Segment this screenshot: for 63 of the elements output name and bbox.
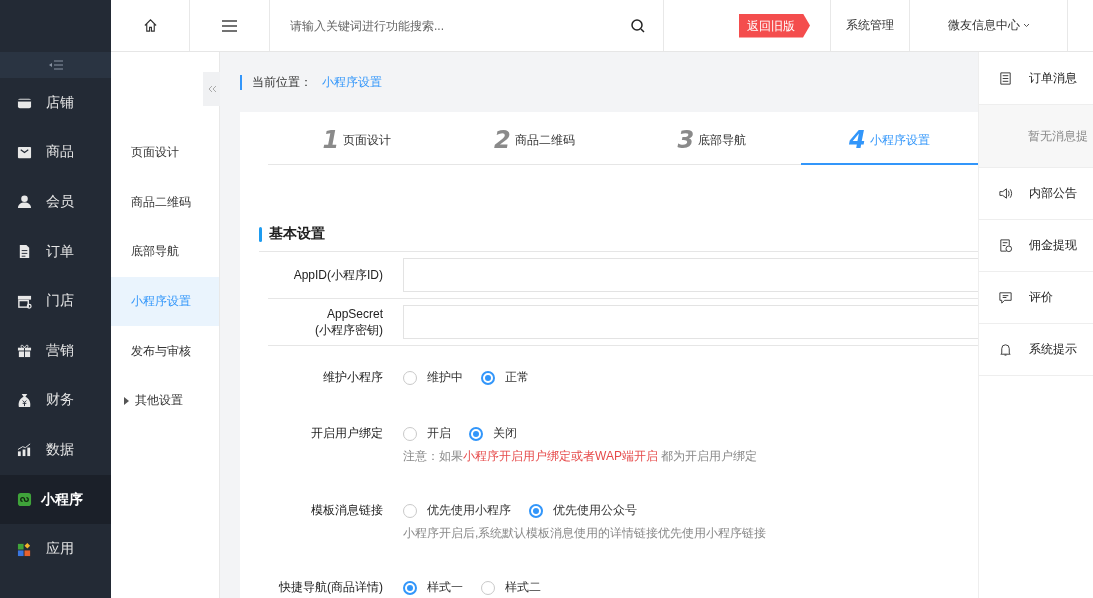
caret-icon bbox=[123, 396, 129, 405]
section-title: 基本设置 bbox=[269, 225, 325, 243]
hint-text: 注意：如果小程序开启用户绑定或者WAP端开启 都为开启用户绑定 bbox=[403, 448, 758, 465]
sidebar-item[interactable]: 订单 bbox=[0, 226, 111, 277]
nav-link[interactable]: 系统管理 bbox=[831, 0, 910, 51]
clipboard-icon bbox=[998, 70, 1013, 86]
field-label: 模板消息链接 bbox=[310, 502, 383, 519]
radio-button[interactable] bbox=[481, 370, 495, 385]
radio-option[interactable]: 维护中 bbox=[403, 369, 463, 386]
hint-text: 小程序开启后,系统默认模板消息使用的详情链接优先使用小程序链接 bbox=[403, 525, 767, 542]
sidebar-item[interactable]: 数据 bbox=[0, 425, 111, 475]
input-field[interactable] bbox=[403, 258, 978, 292]
sidebar-item[interactable]: 应用 bbox=[0, 524, 111, 574]
input-field[interactable] bbox=[403, 305, 978, 339]
radio-option[interactable]: 开启 bbox=[403, 425, 451, 442]
sidebar-icon bbox=[17, 343, 32, 359]
menu-icon bbox=[222, 19, 237, 32]
subnav-item[interactable]: 商品二维码 bbox=[111, 177, 219, 228]
sidebar-icon bbox=[17, 541, 32, 557]
breadcrumb-label: 当前位置： bbox=[252, 73, 312, 91]
field-label: 快捷导航(商品详情) bbox=[278, 579, 383, 596]
sidebar-item[interactable]: 门店 bbox=[0, 276, 111, 326]
comment-icon bbox=[998, 290, 1013, 305]
subnav-item[interactable]: 发布与审核 bbox=[111, 326, 219, 376]
bell-icon bbox=[998, 342, 1013, 357]
radio-button[interactable] bbox=[403, 580, 417, 595]
radio-option[interactable]: 样式二 bbox=[481, 579, 541, 596]
radio-option[interactable]: 样式一 bbox=[403, 579, 463, 596]
empty-message: 暂无消息提 bbox=[979, 105, 1093, 168]
sidebar-icon bbox=[17, 293, 32, 309]
radio-button[interactable] bbox=[529, 503, 543, 518]
sidebar-item[interactable]: 小程序 bbox=[0, 474, 111, 525]
field-label: 开启用户绑定 bbox=[310, 425, 383, 442]
sidebar-icon bbox=[17, 194, 32, 210]
caret-icon bbox=[1022, 23, 1030, 28]
sidebar-item[interactable]: 会员 bbox=[0, 177, 111, 227]
radio-option[interactable]: 优先使用公众号 bbox=[529, 502, 637, 519]
radio-option[interactable]: 正常 bbox=[481, 369, 529, 386]
sidebar-item[interactable]: 店铺 bbox=[0, 78, 111, 128]
sidebar-icon bbox=[17, 392, 32, 408]
account-menu[interactable]: 微友信息中心 bbox=[910, 0, 1068, 51]
collapse-menu-icon[interactable] bbox=[0, 52, 111, 78]
collapse-panel-icon[interactable] bbox=[203, 72, 220, 106]
sidebar-icon bbox=[17, 144, 32, 160]
sidebar-icon bbox=[17, 492, 32, 508]
sidebar-item[interactable]: 商品 bbox=[0, 127, 111, 178]
search-icon[interactable] bbox=[631, 18, 645, 33]
radio-button[interactable] bbox=[469, 426, 483, 441]
sidebar-item[interactable]: 营销 bbox=[0, 325, 111, 376]
home-icon bbox=[142, 18, 158, 33]
sidebar-icon bbox=[17, 244, 32, 260]
speaker-icon bbox=[998, 186, 1013, 201]
field-label: AppSecret (小程序密钥) bbox=[314, 306, 383, 338]
subnav-item[interactable]: 底部导航 bbox=[111, 227, 219, 277]
subnav-group[interactable]: 其他设置 bbox=[111, 375, 219, 426]
field-label: 维护小程序 bbox=[322, 369, 383, 386]
radio-option[interactable]: 关闭 bbox=[469, 425, 517, 442]
document-icon bbox=[998, 238, 1013, 253]
sidebar-item[interactable]: 财务 bbox=[0, 375, 111, 426]
subnav-item[interactable]: 页面设计 bbox=[111, 128, 219, 178]
field-label: AppID(小程序ID) bbox=[292, 267, 383, 283]
radio-option[interactable]: 优先使用小程序 bbox=[403, 502, 511, 519]
sidebar-icon bbox=[17, 442, 32, 458]
